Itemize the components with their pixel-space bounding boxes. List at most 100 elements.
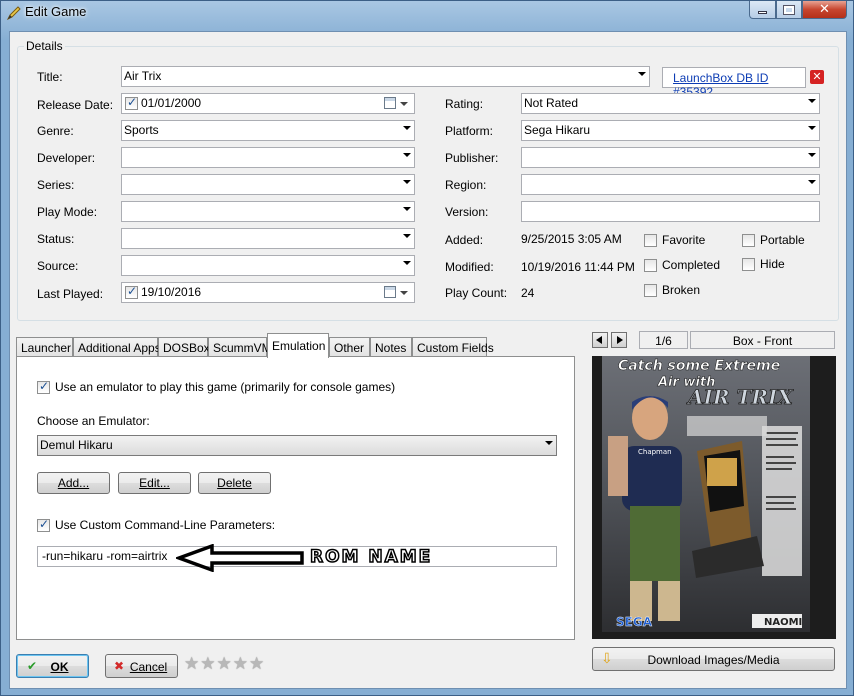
title-combo[interactable]: Air Trix — [121, 66, 650, 87]
pencil-icon — [6, 6, 21, 21]
edit-button-label: Edit... — [139, 476, 170, 490]
use-emulator-checkbox[interactable]: Use an emulator to play this game (prima… — [37, 379, 396, 394]
emulator-select[interactable]: Demul Hikaru — [37, 435, 557, 456]
tab-scummvm[interactable]: ScummVM — [208, 337, 272, 357]
favorite-checkbox[interactable]: Favorite — [644, 233, 705, 247]
favorite-label: Favorite — [662, 233, 706, 247]
hide-label: Hide — [760, 257, 785, 271]
calendar-icon — [384, 286, 396, 298]
checkbox-box[interactable] — [644, 283, 657, 297]
last-played-picker[interactable]: 19/10/2016 — [121, 282, 415, 303]
series-combo[interactable] — [121, 174, 415, 195]
cancel-label: Cancel — [129, 660, 168, 674]
rating-combo[interactable]: Not Rated — [521, 93, 820, 114]
box-front-image: Chapman Catch some Extreme Air with AIR … — [592, 356, 836, 639]
version-field[interactable] — [521, 201, 820, 222]
image-type-label: Box - Front — [690, 331, 835, 349]
minimize-button[interactable] — [749, 1, 776, 19]
window-title: Edit Game — [25, 4, 87, 19]
image-counter: 1/6 — [639, 331, 688, 349]
maximize-button[interactable] — [776, 1, 802, 19]
tab-additional-apps[interactable]: Additional Apps — [73, 337, 161, 357]
release-date-value: 01/01/2000 — [141, 96, 202, 110]
annotation-arrow-icon — [176, 544, 304, 572]
release-date-checkbox[interactable] — [125, 95, 138, 110]
star-icon[interactable]: ★ — [200, 656, 215, 673]
genre-combo[interactable]: Sports — [121, 120, 415, 141]
ok-label: OK — [50, 660, 69, 674]
genre-label: Genre: — [37, 124, 74, 138]
star-rating[interactable]: ★ ★ ★ ★ ★ — [184, 656, 264, 673]
checkbox-box[interactable] — [742, 233, 755, 247]
chevron-down-icon — [808, 126, 816, 130]
star-icon[interactable]: ★ — [249, 656, 264, 673]
status-combo[interactable] — [121, 228, 415, 249]
broken-checkbox[interactable]: Broken — [644, 283, 700, 297]
next-image-button[interactable] — [611, 332, 627, 348]
chevron-down-icon — [400, 102, 408, 106]
chevron-down-icon — [403, 261, 411, 265]
developer-label: Developer: — [37, 151, 96, 165]
download-icon: ⇩ — [601, 651, 613, 667]
dialog-body: Details Title: Release Date: Genre: Deve… — [9, 31, 847, 689]
delete-emulator-button[interactable]: Delete — [198, 472, 271, 494]
chevron-down-icon — [403, 207, 411, 211]
tab-custom-fields[interactable]: Custom Fields — [412, 337, 494, 357]
rating-label: Rating: — [445, 97, 484, 111]
launchbox-db-link[interactable]: LaunchBox DB ID #35392 — [662, 67, 806, 99]
use-emulator-label: Use an emulator to play this game (prima… — [55, 380, 396, 394]
checkbox-box[interactable] — [37, 517, 50, 532]
emulator-value: Demul Hikaru — [40, 438, 113, 452]
title-value: Air Trix — [124, 69, 162, 83]
platform-label: Platform: — [445, 124, 494, 138]
calendar-icon — [384, 97, 396, 109]
star-icon[interactable]: ★ — [233, 656, 248, 673]
emulation-panel: Use an emulator to play this game (prima… — [16, 356, 575, 640]
checkbox-box[interactable] — [742, 257, 755, 271]
publisher-combo[interactable] — [521, 147, 820, 168]
last-played-checkbox[interactable] — [125, 284, 138, 299]
modified-label: Modified: — [445, 260, 494, 274]
rating-value: Not Rated — [524, 96, 579, 110]
source-combo[interactable] — [121, 255, 415, 276]
checkbox-box[interactable] — [37, 379, 50, 394]
tab-emulation[interactable]: Emulation — [267, 333, 329, 358]
title-bar[interactable]: Edit Game ✕ — [1, 1, 853, 27]
region-combo[interactable] — [521, 174, 820, 195]
cancel-button[interactable]: ✖ Cancel — [105, 654, 178, 678]
check-icon: ✔ — [27, 659, 38, 673]
minimize-icon — [758, 11, 767, 14]
previous-image-button[interactable] — [592, 332, 608, 348]
star-icon[interactable]: ★ — [217, 656, 232, 673]
developer-combo[interactable] — [121, 147, 415, 168]
source-label: Source: — [37, 259, 79, 273]
title-label: Title: — [37, 70, 63, 84]
tab-notes[interactable]: Notes — [370, 337, 412, 357]
download-media-button[interactable]: ⇩ Download Images/Media — [592, 647, 835, 671]
edit-emulator-button[interactable]: Edit... — [118, 472, 191, 494]
box-headline: Catch some Extreme — [618, 358, 780, 374]
completed-checkbox[interactable]: Completed — [644, 258, 720, 272]
hide-checkbox[interactable]: Hide — [742, 257, 785, 271]
platform-combo[interactable]: Sega Hikaru — [521, 120, 820, 141]
checkbox-box[interactable] — [644, 233, 657, 247]
close-button[interactable]: ✕ — [802, 1, 847, 19]
box-art-illustration: Chapman Catch some Extreme Air with AIR … — [592, 356, 836, 639]
chevron-down-icon — [403, 180, 411, 184]
last-played-value: 19/10/2016 — [141, 285, 202, 299]
remove-link-button[interactable]: ✕ — [810, 70, 824, 84]
portable-checkbox[interactable]: Portable — [742, 233, 805, 247]
play-mode-combo[interactable] — [121, 201, 415, 222]
add-emulator-button[interactable]: Add... — [37, 472, 110, 494]
tab-other[interactable]: Other — [329, 337, 370, 357]
choose-emulator-label: Choose an Emulator: — [37, 414, 150, 428]
broken-label: Broken — [662, 283, 701, 297]
checkbox-box[interactable] — [644, 258, 657, 272]
custom-params-checkbox[interactable]: Use Custom Command-Line Parameters: — [37, 517, 275, 532]
release-date-picker[interactable]: 01/01/2000 — [121, 93, 415, 114]
star-icon[interactable]: ★ — [184, 656, 199, 673]
tab-dosbox[interactable]: DOSBox — [158, 337, 210, 357]
tab-launcher[interactable]: Launcher — [16, 337, 73, 357]
status-label: Status: — [37, 232, 75, 246]
ok-button[interactable]: ✔ OK — [16, 654, 89, 678]
